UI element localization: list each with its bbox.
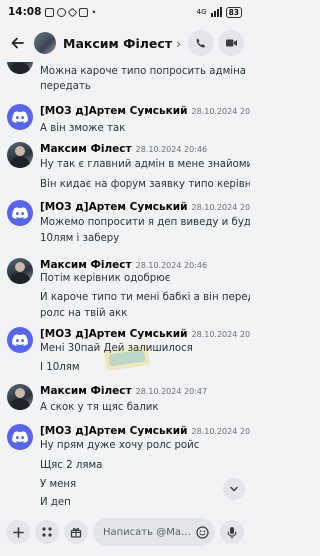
header-avatar[interactable] [34,32,56,54]
notification-icon [67,7,78,17]
message-text: Він кидає на форум заявку типо керівнику [40,179,250,190]
more-notifications-icon: • [91,7,97,17]
message-text: Щяс 2 ляма [40,460,103,471]
emoji-icon[interactable] [196,525,209,539]
video-icon[interactable] [218,30,244,56]
message-meta: [МОЗ д]Артем Сумський 28.10.2024 20:46 [40,201,250,213]
message-text: Можемо попросити я деп виведу и буде [40,217,250,228]
apps-icon[interactable] [35,520,59,544]
timestamp: 28.10.2024 20:47 [191,427,251,436]
author-name[interactable]: Максим Філест [40,385,132,397]
message-meta: [МОЗ д]Артем Сумський 28.10.2024 20:45 [40,105,250,117]
message-text: 10лям і заберу [40,233,120,244]
message-text: Мені 30пай Дей залишилося [40,343,193,354]
discord-icon [12,111,28,123]
chevron-right-icon: › [176,35,182,51]
status-time: 14:08 [8,6,42,18]
gift-icon[interactable] [64,520,88,544]
status-bar: 14:08 • 4G 83 [0,0,250,24]
phone-icon[interactable] [188,30,214,56]
discord-icon [12,431,28,443]
message-text: Ну прям дуже хочу ролс ройс [40,440,200,451]
battery-icon: 83 [225,6,242,18]
composer-bar: Написать @Ма… [0,508,250,556]
avatar[interactable] [7,142,33,168]
avatar[interactable] [7,200,33,226]
message-text: Можна кароче типо попросить адміна [40,66,247,77]
timestamp: 28.10.2024 20:47 [191,330,251,339]
message-list: Можна кароче типо попросить адміна перед… [0,62,250,508]
timestamp: 28.10.2024 20:46 [135,261,208,270]
notification-icon [79,7,89,17]
message-text: Ну так є главний адмін в мене знайомий [40,159,250,170]
dm-title[interactable]: Максим Філест › [63,36,181,51]
avatar[interactable] [7,62,33,74]
plus-icon[interactable] [6,520,30,544]
timestamp: 28.10.2024 20:46 [135,145,208,154]
scroll-to-bottom-button[interactable] [223,478,245,500]
message-text: И кароче типо ти мені бабкі а він переда… [40,292,250,303]
message-meta: Максим Філест 28.10.2024 20:46 [40,259,207,271]
message-meta: [МОЗ д]Артем Сумський 28.10.2024 20:47 [40,328,250,340]
message-meta: Максим Філест 28.10.2024 20:47 [40,385,207,397]
timestamp: 28.10.2024 20:45 [191,107,251,116]
author-name[interactable]: [МОЗ д]Артем Сумський [40,328,188,340]
author-name[interactable]: [МОЗ д]Артем Сумський [40,425,188,437]
message-input[interactable]: Написать @Ма… [93,518,215,546]
avatar[interactable] [7,384,33,410]
timestamp: 28.10.2024 20:47 [135,387,208,396]
network-label: 4G [196,8,207,16]
message-text: А він зможе так [40,123,126,134]
notification-icon [57,7,67,17]
message-text: Потім керівник одобрює [40,273,171,284]
message-text: ролс на твій акк [40,308,128,319]
signal-icon [210,7,222,17]
discord-icon [12,334,28,346]
avatar[interactable] [7,258,33,284]
author-name[interactable]: [МОЗ д]Артем Сумський [40,105,188,117]
message-meta: [МОЗ д]Артем Сумський 28.10.2024 20:47 [40,425,250,437]
author-name[interactable]: Максим Філест [40,259,132,271]
message-text: І 10лям [40,362,80,373]
message-text: И деп [40,497,71,508]
avatar[interactable] [7,327,33,353]
timestamp: 28.10.2024 20:46 [191,203,251,212]
chat-header: Максим Філест › [0,24,250,62]
discord-icon [12,207,28,219]
message-text: А скок у тя щяс балик [40,402,159,413]
back-arrow-icon[interactable] [8,33,28,53]
message-text: У меня [40,479,77,490]
chevron-down-icon [230,486,238,492]
author-name[interactable]: Максим Філест [40,143,132,155]
message-input-placeholder: Написать @Ма… [103,526,191,538]
notification-icons: • [45,7,97,17]
message-meta: Максим Філест 28.10.2024 20:46 [40,143,207,155]
notification-icon [45,7,55,17]
avatar[interactable] [7,104,33,130]
message-text: передать [40,81,91,92]
dm-title-text: Максим Філест [63,35,173,51]
author-name[interactable]: [МОЗ д]Артем Сумський [40,201,188,213]
avatar[interactable] [7,424,33,450]
microphone-icon[interactable] [220,520,244,544]
